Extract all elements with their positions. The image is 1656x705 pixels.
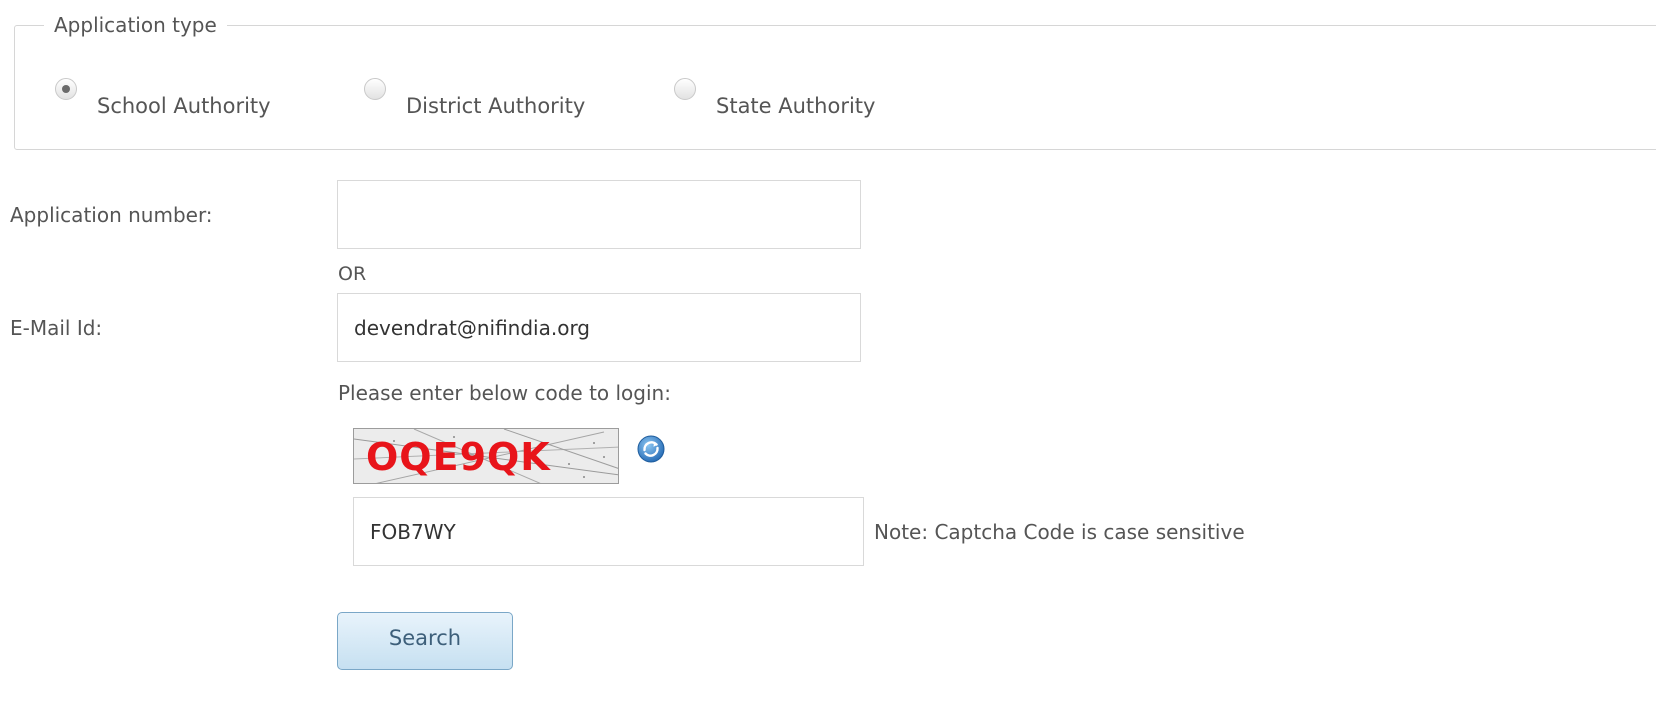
- captcha-note: Note: Captcha Code is case sensitive: [874, 520, 1245, 544]
- application-type-legend: Application type: [44, 10, 227, 40]
- email-label: E-Mail Id:: [10, 316, 103, 340]
- district-authority-label[interactable]: District Authority: [406, 93, 585, 119]
- application-type-fieldset: [14, 25, 1656, 150]
- state-authority-radio[interactable]: [674, 78, 696, 100]
- or-separator: OR: [338, 263, 367, 285]
- state-authority-label[interactable]: State Authority: [716, 93, 875, 119]
- school-authority-radio[interactable]: [55, 78, 77, 100]
- captcha-prompt: Please enter below code to login:: [338, 381, 671, 405]
- refresh-icon[interactable]: [636, 434, 666, 464]
- captcha-image: OQE9QK: [353, 428, 619, 484]
- captcha-input[interactable]: [353, 497, 864, 566]
- search-button[interactable]: Search: [337, 612, 513, 670]
- email-input[interactable]: [337, 293, 861, 362]
- district-authority-radio[interactable]: [364, 78, 386, 100]
- application-number-input[interactable]: [337, 180, 861, 249]
- application-number-label: Application number:: [10, 203, 213, 227]
- school-authority-label[interactable]: School Authority: [97, 93, 271, 119]
- page: Application type School Authority Distri…: [0, 0, 1656, 705]
- captcha-code: OQE9QK: [366, 435, 551, 479]
